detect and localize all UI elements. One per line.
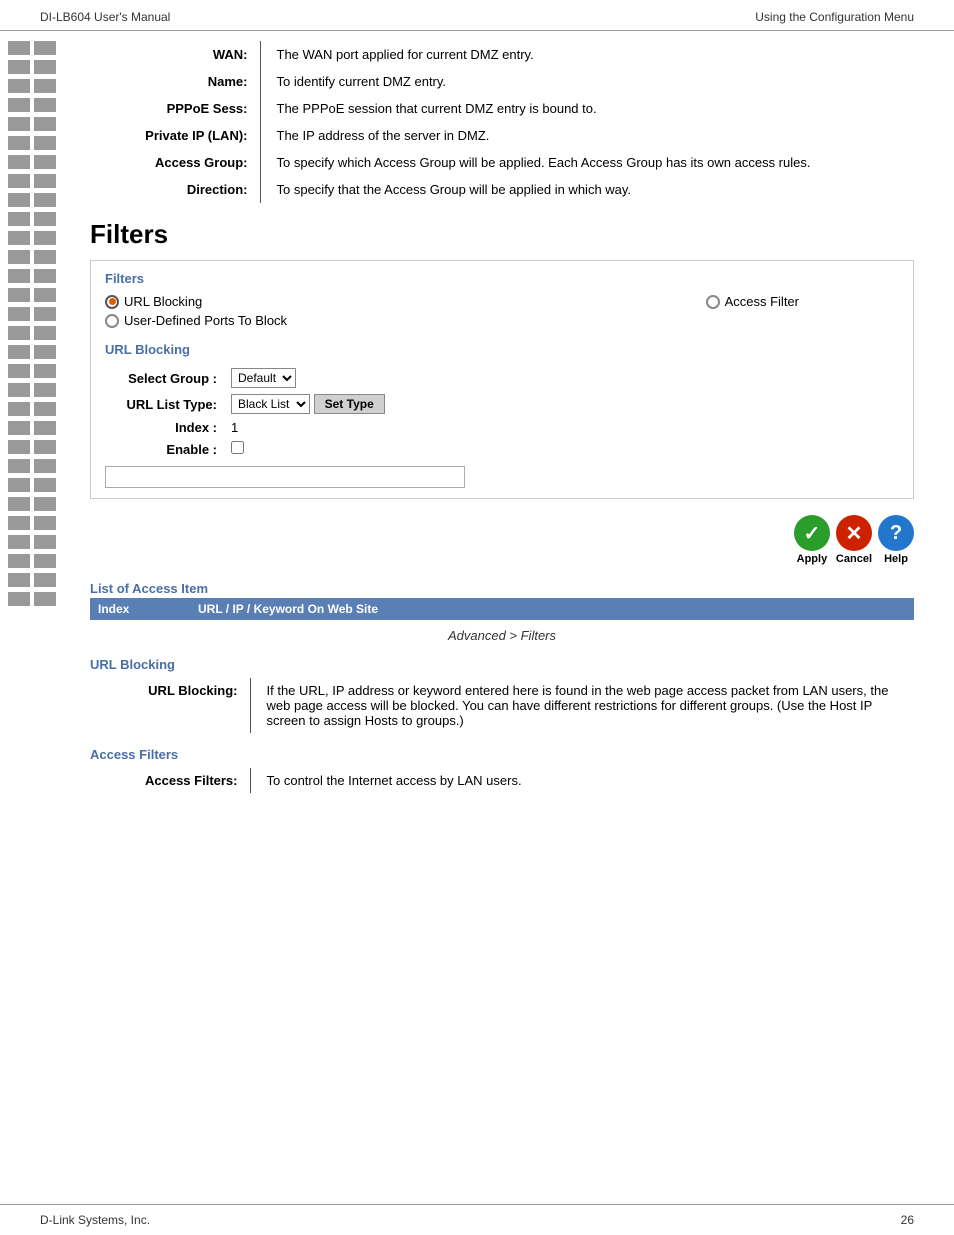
access-filters-desc-table: Access Filters: To control the Internet … <box>90 768 914 793</box>
form-row-select-group: Select Group : Default <box>105 365 391 391</box>
radio-user-defined[interactable]: User-Defined Ports To Block <box>105 313 287 328</box>
access-filters-desc-title: Access Filters <box>90 747 914 762</box>
wan-value: The WAN port applied for current DMZ ent… <box>260 41 914 68</box>
table-row: Private IP (LAN): The IP address of the … <box>90 122 914 149</box>
url-blocking-desc-title: URL Blocking <box>90 657 914 672</box>
private-ip-label: Private IP (LAN): <box>90 122 260 149</box>
access-filters-label: Access Filters: <box>90 768 250 793</box>
set-type-button[interactable]: Set Type <box>314 394 385 414</box>
direction-label: Direction: <box>90 176 260 203</box>
radio-access-filter[interactable]: Access Filter <box>706 294 799 309</box>
footer-right: 26 <box>901 1213 914 1227</box>
url-blocking-field-value: If the URL, IP address or keyword entere… <box>250 678 914 733</box>
sidebar-bars <box>8 41 72 606</box>
access-group-label: Access Group: <box>90 149 260 176</box>
table-row: Name: To identify current DMZ entry. <box>90 68 914 95</box>
enable-checkbox-cell <box>225 438 391 460</box>
table-row: Direction: To specify that the Access Gr… <box>90 176 914 203</box>
name-value: To identify current DMZ entry. <box>260 68 914 95</box>
select-group-cell: Default <box>225 365 391 391</box>
table-row: Access Group: To specify which Access Gr… <box>90 149 914 176</box>
url-blocking-form: Select Group : Default URL List Type: <box>105 365 391 460</box>
access-filters-value: To control the Internet access by LAN us… <box>250 768 914 793</box>
access-list-header: List of Access Item Index URL / IP / Key… <box>90 581 914 620</box>
help-icon: ? <box>878 515 914 551</box>
index-value: 1 <box>225 417 391 438</box>
header-right: Using the Configuration Menu <box>755 10 914 24</box>
enable-label: Enable : <box>105 438 225 460</box>
select-group-dropdown[interactable]: Default <box>231 368 296 388</box>
enable-checkbox[interactable] <box>231 441 244 454</box>
wan-label: WAN: <box>90 41 260 68</box>
filters-box: Filters URL Blocking Access Filter Us <box>90 260 914 499</box>
name-label: Name: <box>90 68 260 95</box>
radio-dot-user-defined <box>105 314 119 328</box>
url-blocking-section: URL Blocking Select Group : Default <box>105 342 899 488</box>
radio-label-url-blocking: URL Blocking <box>124 294 202 309</box>
radio-url-blocking[interactable]: URL Blocking <box>105 294 202 309</box>
cancel-label: Cancel <box>836 553 872 565</box>
table-row: Access Filters: To control the Internet … <box>90 768 914 793</box>
pppoe-label: PPPoE Sess: <box>90 95 260 122</box>
apply-icon: ✓ <box>794 515 830 551</box>
form-row-index: Index : 1 <box>105 417 391 438</box>
col-index: Index <box>90 598 190 620</box>
filters-heading: Filters <box>90 219 914 250</box>
url-blocking-field-label: URL Blocking: <box>90 678 250 733</box>
help-action[interactable]: ? Help <box>878 515 914 565</box>
url-blocking-title: URL Blocking <box>105 342 899 357</box>
table-row: URL Blocking: If the URL, IP address or … <box>90 678 914 733</box>
form-row-url-list-type: URL List Type: Black List White List Set… <box>105 391 391 417</box>
apply-action[interactable]: ✓ Apply <box>794 515 830 565</box>
access-group-value: To specify which Access Group will be ap… <box>260 149 914 176</box>
table-row: WAN: The WAN port applied for current DM… <box>90 41 914 68</box>
cancel-icon: ✕ <box>836 515 872 551</box>
access-filters-desc-section: Access Filters Access Filters: To contro… <box>90 747 914 793</box>
url-list-type-dropdown[interactable]: Black List White List <box>231 394 310 414</box>
select-group-label: Select Group : <box>105 365 225 391</box>
header-left: DI-LB604 User's Manual <box>40 10 170 24</box>
footer-left: D-Link Systems, Inc. <box>40 1213 150 1227</box>
access-list-header-row: Index URL / IP / Keyword On Web Site <box>90 598 914 620</box>
pppoe-value: The PPPoE session that current DMZ entry… <box>260 95 914 122</box>
radio-label-user-defined: User-Defined Ports To Block <box>124 313 287 328</box>
page-caption: Advanced > Filters <box>90 628 914 643</box>
private-ip-value: The IP address of the server in DMZ. <box>260 122 914 149</box>
col-url: URL / IP / Keyword On Web Site <box>190 598 914 620</box>
radio-dot-access-filter <box>706 295 720 309</box>
main-content: WAN: The WAN port applied for current DM… <box>80 31 954 803</box>
url-list-type-cell: Black List White List Set Type <box>225 391 391 417</box>
cancel-action[interactable]: ✕ Cancel <box>836 515 872 565</box>
radio-label-access-filter: Access Filter <box>725 294 799 309</box>
page-footer: D-Link Systems, Inc. 26 <box>0 1204 954 1235</box>
sidebar <box>0 31 80 803</box>
filter-radio-row-1: URL Blocking Access Filter <box>105 294 899 309</box>
page-header: DI-LB604 User's Manual Using the Configu… <box>0 0 954 31</box>
table-row: PPPoE Sess: The PPPoE session that curre… <box>90 95 914 122</box>
action-buttons: ✓ Apply ✕ Cancel ? Help <box>90 515 914 565</box>
url-list-type-label: URL List Type: <box>105 391 225 417</box>
access-list-title: List of Access Item <box>90 581 914 596</box>
direction-value: To specify that the Access Group will be… <box>260 176 914 203</box>
dmz-definition-table: WAN: The WAN port applied for current DM… <box>90 41 914 203</box>
access-list-table: Index URL / IP / Keyword On Web Site <box>90 598 914 620</box>
apply-label: Apply <box>797 553 828 565</box>
url-blocking-desc-section: URL Blocking URL Blocking: If the URL, I… <box>90 657 914 733</box>
url-input-field[interactable] <box>105 466 465 488</box>
url-blocking-desc-table: URL Blocking: If the URL, IP address or … <box>90 678 914 733</box>
index-label: Index : <box>105 417 225 438</box>
help-label: Help <box>884 553 908 565</box>
radio-dot-url-blocking <box>105 295 119 309</box>
filter-radio-row-2: User-Defined Ports To Block <box>105 313 899 328</box>
form-row-enable: Enable : <box>105 438 391 460</box>
filters-box-title: Filters <box>105 271 899 286</box>
